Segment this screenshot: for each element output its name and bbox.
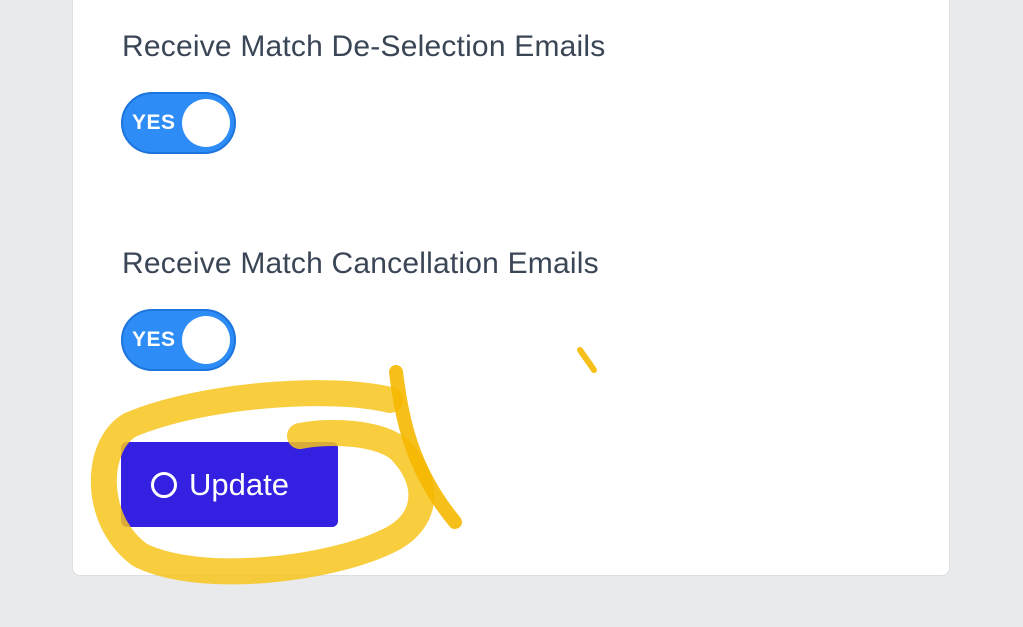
cancellation-emails-toggle[interactable]: YES [121, 309, 236, 371]
update-button-label: Update [189, 466, 289, 502]
loading-spinner-icon [151, 471, 177, 498]
deselection-emails-label: Receive Match De-Selection Emails [122, 30, 606, 63]
deselection-emails-toggle[interactable]: YES [121, 92, 236, 154]
cancellation-emails-label: Receive Match Cancellation Emails [122, 247, 599, 280]
update-button[interactable]: Update [121, 442, 338, 527]
cancellation-toggle-knob [182, 316, 230, 364]
cancellation-toggle-text: YES [132, 328, 176, 351]
deselection-toggle-text: YES [132, 111, 176, 134]
deselection-toggle-knob [182, 99, 230, 147]
